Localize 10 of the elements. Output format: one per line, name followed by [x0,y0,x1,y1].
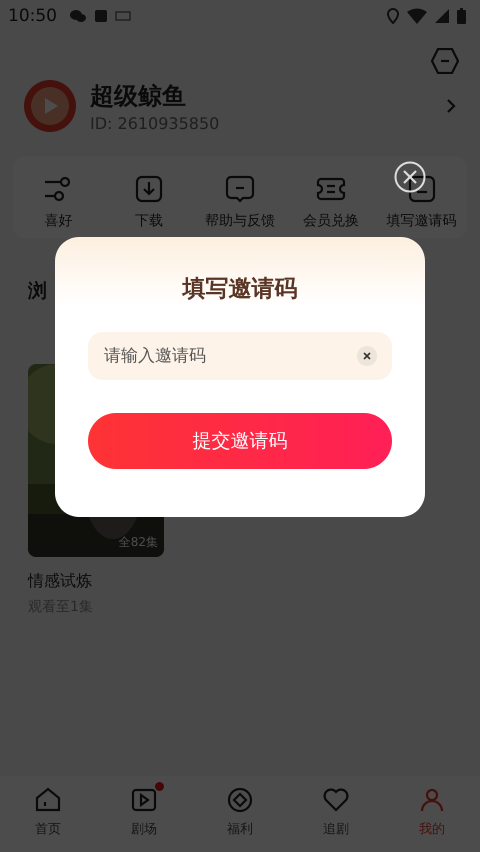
drama-title: 情感试炼 [28,571,93,592]
section-title: 浏 [28,280,47,302]
status-time: 10:50 [8,6,57,26]
user-name: 超级鲸鱼 [90,80,187,112]
submit-button[interactable]: 提交邀请码 [88,413,392,469]
episode-count: 全82集 [118,534,158,551]
clear-icon[interactable] [357,346,377,366]
invite-code-field[interactable]: 请输入邀请码 [88,332,392,380]
close-icon[interactable] [394,161,426,193]
dialog-title: 填写邀请码 [182,275,298,304]
